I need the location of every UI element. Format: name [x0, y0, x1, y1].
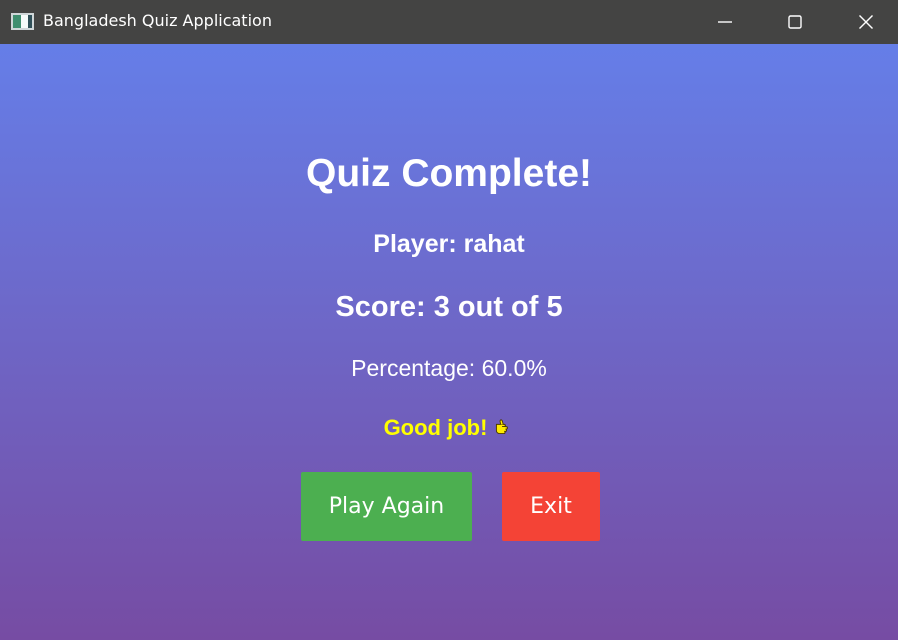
feedback-message: Good job! — [0, 415, 898, 441]
window-title: Bangladesh Quiz Application — [43, 11, 272, 30]
maximize-button[interactable] — [767, 0, 823, 44]
quiz-complete-heading: Quiz Complete! — [305, 152, 592, 195]
play-again-button[interactable]: Play Again — [301, 472, 472, 541]
minimize-icon — [718, 21, 732, 23]
app-icon-green-panel — [13, 15, 21, 28]
maximize-icon — [788, 15, 802, 29]
score-text: Score: 3 out of 5 — [335, 291, 563, 323]
percentage-text: Percentage: 60.0% — [351, 355, 547, 381]
quiz-application-window: Bangladesh Quiz Application Quiz Complet… — [0, 0, 898, 640]
player-name-text: Player: rahat — [373, 230, 525, 258]
window-titlebar: Bangladesh Quiz Application — [0, 0, 898, 44]
close-icon — [859, 15, 873, 29]
feedback-text: Good job! — [383, 415, 488, 440]
minimize-button[interactable] — [697, 0, 753, 44]
app-window-icon — [11, 13, 34, 30]
pointing-hand-icon — [496, 419, 509, 435]
close-button[interactable] — [838, 0, 894, 44]
exit-button[interactable]: Exit — [502, 472, 600, 541]
app-icon-dark-edge — [28, 15, 32, 28]
app-icon-light-panel — [21, 15, 28, 28]
quiz-results-panel: Quiz Complete! Player: rahat Score: 3 ou… — [0, 44, 898, 640]
